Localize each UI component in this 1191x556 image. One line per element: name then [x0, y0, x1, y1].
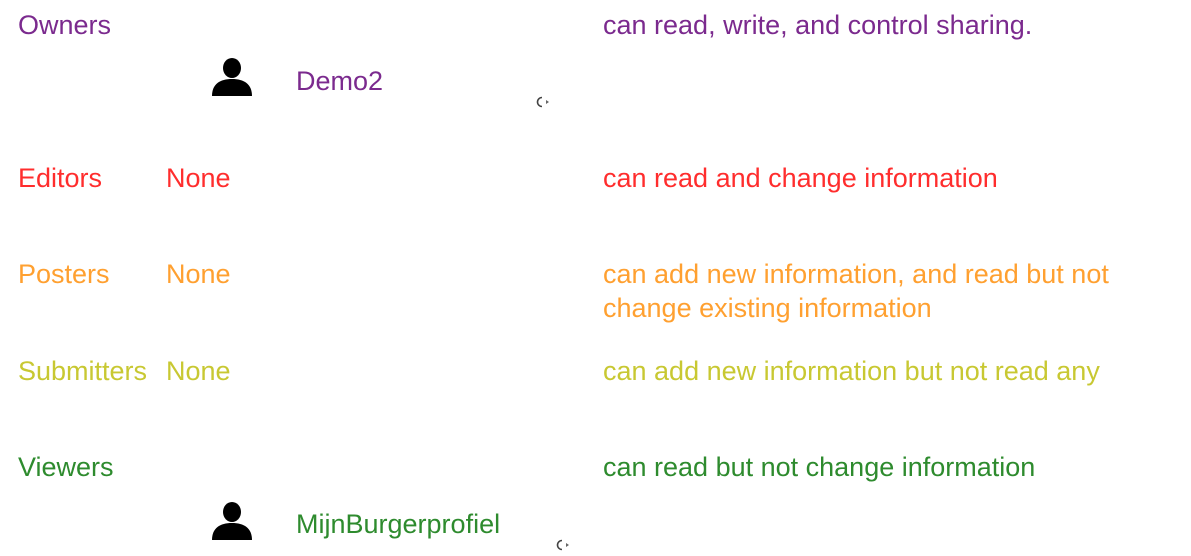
posters-value: None — [166, 259, 231, 289]
submitters-label: Submitters — [18, 356, 148, 386]
person-icon — [210, 58, 254, 96]
posters-description: can add new information, and read but no… — [603, 259, 1109, 323]
remove-member-icon[interactable] — [533, 95, 553, 109]
viewers-label: Viewers — [18, 452, 114, 482]
editors-description: can read and change information — [603, 163, 998, 193]
submitters-description: can add new information but not read any — [603, 356, 1100, 386]
viewer-member-name[interactable]: MijnBurgerprofiel — [296, 507, 500, 541]
remove-member-icon[interactable] — [553, 538, 573, 552]
posters-label: Posters — [18, 259, 110, 289]
person-icon — [210, 502, 254, 540]
viewers-description: can read but not change information — [603, 452, 1036, 482]
submitters-value: None — [166, 356, 231, 386]
editors-value: None — [166, 163, 231, 193]
owners-description: can read, write, and control sharing. — [603, 10, 1033, 40]
owners-label: Owners — [18, 10, 112, 40]
editors-label: Editors — [18, 163, 103, 193]
owner-member-name[interactable]: Demo2 — [296, 64, 383, 98]
